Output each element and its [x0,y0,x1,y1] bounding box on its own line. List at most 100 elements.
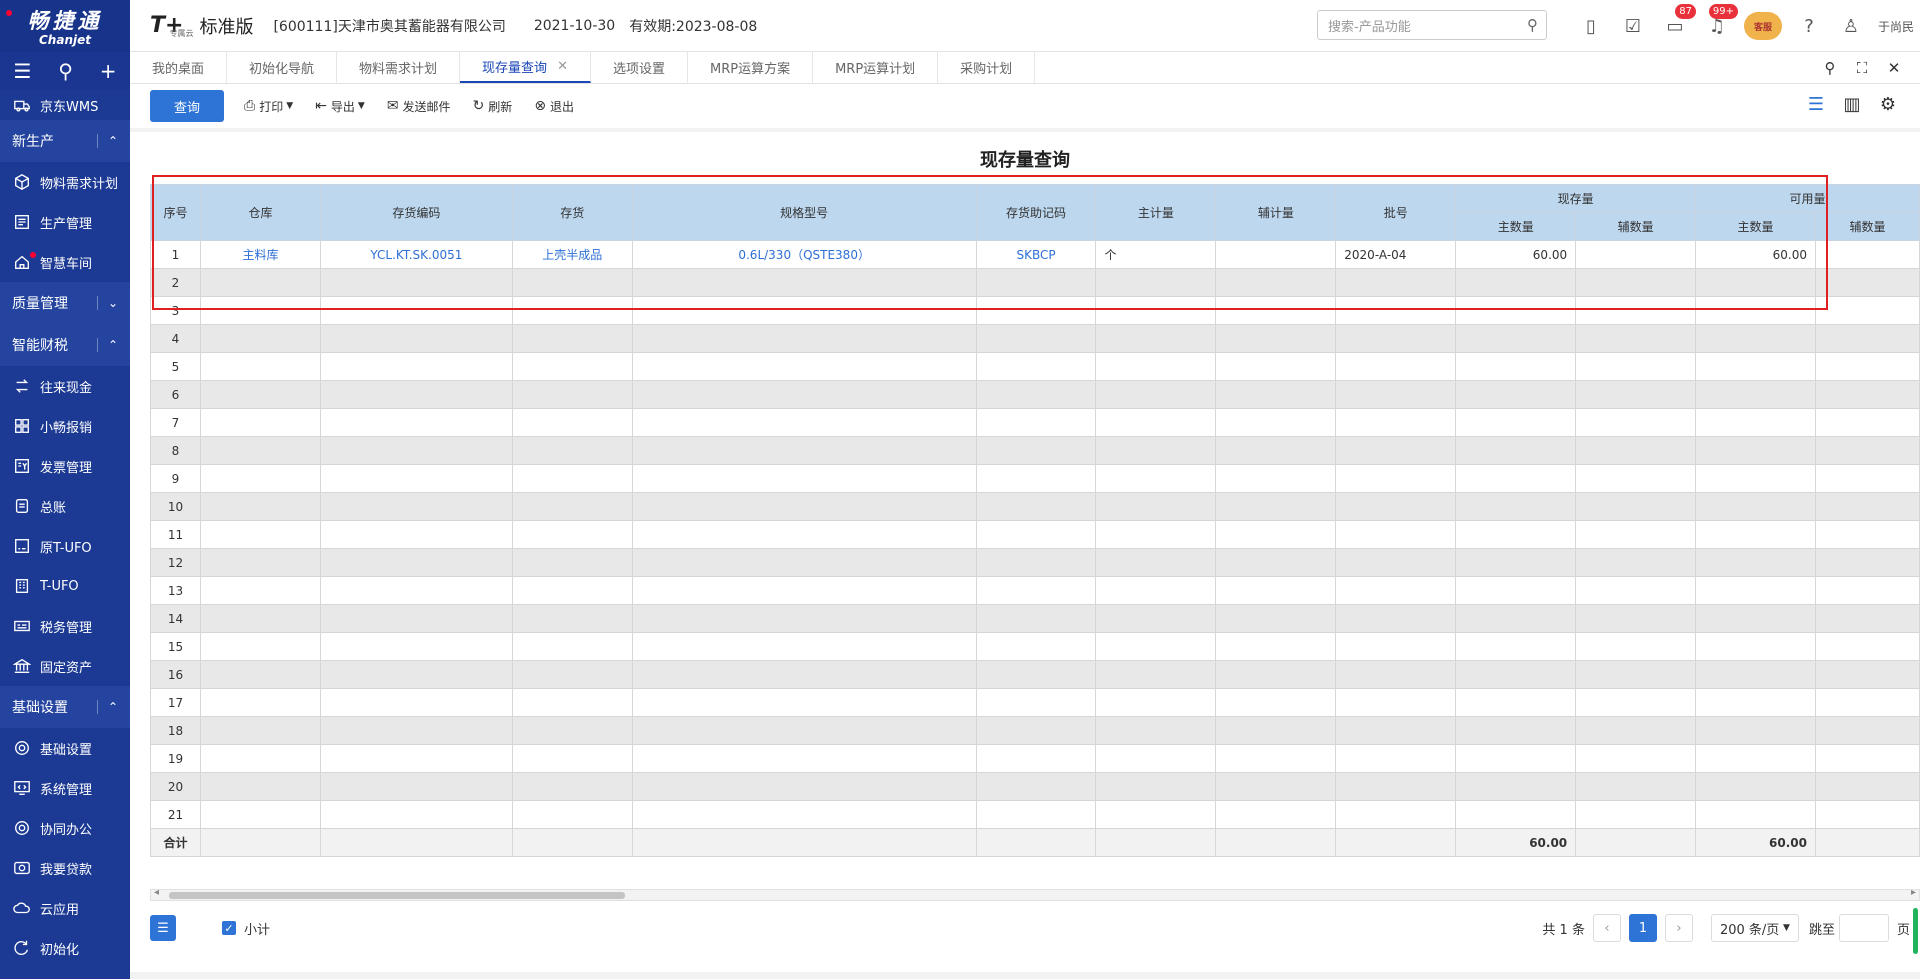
cell-empty[interactable] [319,548,513,577]
cell-empty[interactable] [511,828,633,857]
cell-empty[interactable] [1215,492,1337,521]
cell-empty[interactable] [1814,576,1920,605]
sidebar-item-8[interactable]: 小畅报销 [0,406,130,446]
cell-empty[interactable] [511,324,633,353]
exit-button[interactable]: ⊗ 退出 [534,98,574,115]
cell-empty[interactable] [1814,548,1920,577]
cell-empty[interactable] [1335,716,1457,745]
cell-empty[interactable] [975,716,1097,745]
cell-empty[interactable] [1814,800,1920,829]
cell-empty[interactable] [1095,660,1217,689]
cell-empty[interactable] [631,744,977,773]
cell-empty[interactable] [1455,380,1577,409]
cell-warehouse[interactable]: 主料库 [199,240,321,269]
print-button[interactable]: ⎙ 打印 ▼ [244,98,293,115]
cell-empty[interactable] [1575,268,1697,297]
header-seq[interactable]: 序号 [150,184,201,241]
next-page-button[interactable]: › [1664,914,1693,942]
cell-empty[interactable] [1095,632,1217,661]
cell-empty[interactable] [1215,576,1337,605]
header-avail-aux[interactable]: 辅数量 [1814,212,1920,241]
cell-empty[interactable] [1695,716,1816,745]
table-row[interactable]: 15 [150,632,1920,661]
cell-empty[interactable] [1814,408,1920,437]
cell-empty[interactable] [511,520,633,549]
gear-icon[interactable]: ⚙ [1870,94,1906,115]
header-aux-unit[interactable]: 辅计量 [1215,184,1337,241]
close-icon[interactable]: ✕ [1878,59,1910,77]
cell-empty[interactable] [1695,604,1816,633]
sidebar-item-3[interactable]: 生产管理 [0,202,130,242]
cell-empty[interactable] [1095,744,1217,773]
sidebar-item-13[interactable]: 税务管理 [0,606,130,646]
cell-empty[interactable] [199,772,321,801]
cell-empty[interactable] [199,632,321,661]
cell-empty[interactable] [319,800,513,829]
cell-empty[interactable] [1455,632,1577,661]
fullscreen-icon[interactable]: ⛶ [1846,59,1878,77]
user-icon[interactable]: ♙ [1830,16,1872,37]
cell-empty[interactable] [1695,436,1816,465]
cell-empty[interactable] [319,464,513,493]
chevron-icon[interactable]: ⌃ [96,134,118,148]
cell-empty[interactable] [1095,716,1217,745]
cell-empty[interactable] [1455,772,1577,801]
cell-seq[interactable]: 2 [150,268,201,297]
cell-empty[interactable] [631,716,977,745]
cell-empty[interactable] [199,352,321,381]
cell-empty[interactable] [1215,688,1337,717]
tab-7[interactable]: 采购计划 [938,51,1036,83]
cell-empty[interactable] [631,828,977,857]
cell-empty[interactable] [1095,800,1217,829]
list-view-icon[interactable]: ☰ [1798,94,1834,115]
cell-seq[interactable]: 14 [150,604,201,633]
table-row[interactable]: 3 [150,296,1920,325]
cell-empty[interactable] [1335,828,1457,857]
cell-empty[interactable] [1814,744,1920,773]
cell-empty[interactable] [511,492,633,521]
header-code[interactable]: 存货编码 [319,184,513,241]
table-row[interactable]: 11 [150,520,1920,549]
cell-empty[interactable] [319,716,513,745]
cell-empty[interactable] [1215,408,1337,437]
plus-icon[interactable]: + [100,59,117,83]
cell-empty[interactable] [975,296,1097,325]
cell-empty[interactable] [1335,660,1457,689]
cell-empty[interactable] [1455,268,1577,297]
cell-empty[interactable] [1335,436,1457,465]
cell-empty[interactable] [1455,660,1577,689]
chevron-icon[interactable]: ⌄ [96,296,118,310]
cell-empty[interactable] [1455,464,1577,493]
header-item[interactable]: 存货 [511,184,633,241]
refresh-button[interactable]: ↻ 刷新 [473,98,513,115]
cell-empty[interactable] [1814,716,1920,745]
sidebar-item-16[interactable]: 基础设置 [0,728,130,768]
cell-empty[interactable] [1695,800,1816,829]
cell-empty[interactable] [631,688,977,717]
cell-empty[interactable] [1814,352,1920,381]
chevron-icon[interactable]: ⌃ [96,700,118,714]
search-icon[interactable]: ⚲ [58,59,73,83]
cell-empty[interactable] [1575,492,1697,521]
cell-empty[interactable] [1215,716,1337,745]
cell-empty[interactable] [199,716,321,745]
cell-empty[interactable] [511,660,633,689]
company-name[interactable]: [600111]天津市奥其蓄能器有限公司 [273,16,505,36]
cell-empty[interactable] [631,604,977,633]
cell-empty[interactable] [1335,492,1457,521]
cell-empty[interactable] [1215,436,1337,465]
cell-empty[interactable] [975,408,1097,437]
cell-empty[interactable] [1695,548,1816,577]
cell-empty[interactable] [1695,268,1816,297]
sidebar-item-10[interactable]: 总账 [0,486,130,526]
cell-empty[interactable] [1695,744,1816,773]
table-row[interactable]: 14 [150,604,1920,633]
cell-empty[interactable] [319,380,513,409]
cell-empty[interactable] [199,604,321,633]
cell-empty[interactable] [631,632,977,661]
cell-empty[interactable] [975,604,1097,633]
cell-empty[interactable] [631,800,977,829]
cell-empty[interactable] [1215,772,1337,801]
sidebar-group-1[interactable]: 新生产 ⌃ [0,10,130,162]
cell-empty[interactable] [1455,688,1577,717]
